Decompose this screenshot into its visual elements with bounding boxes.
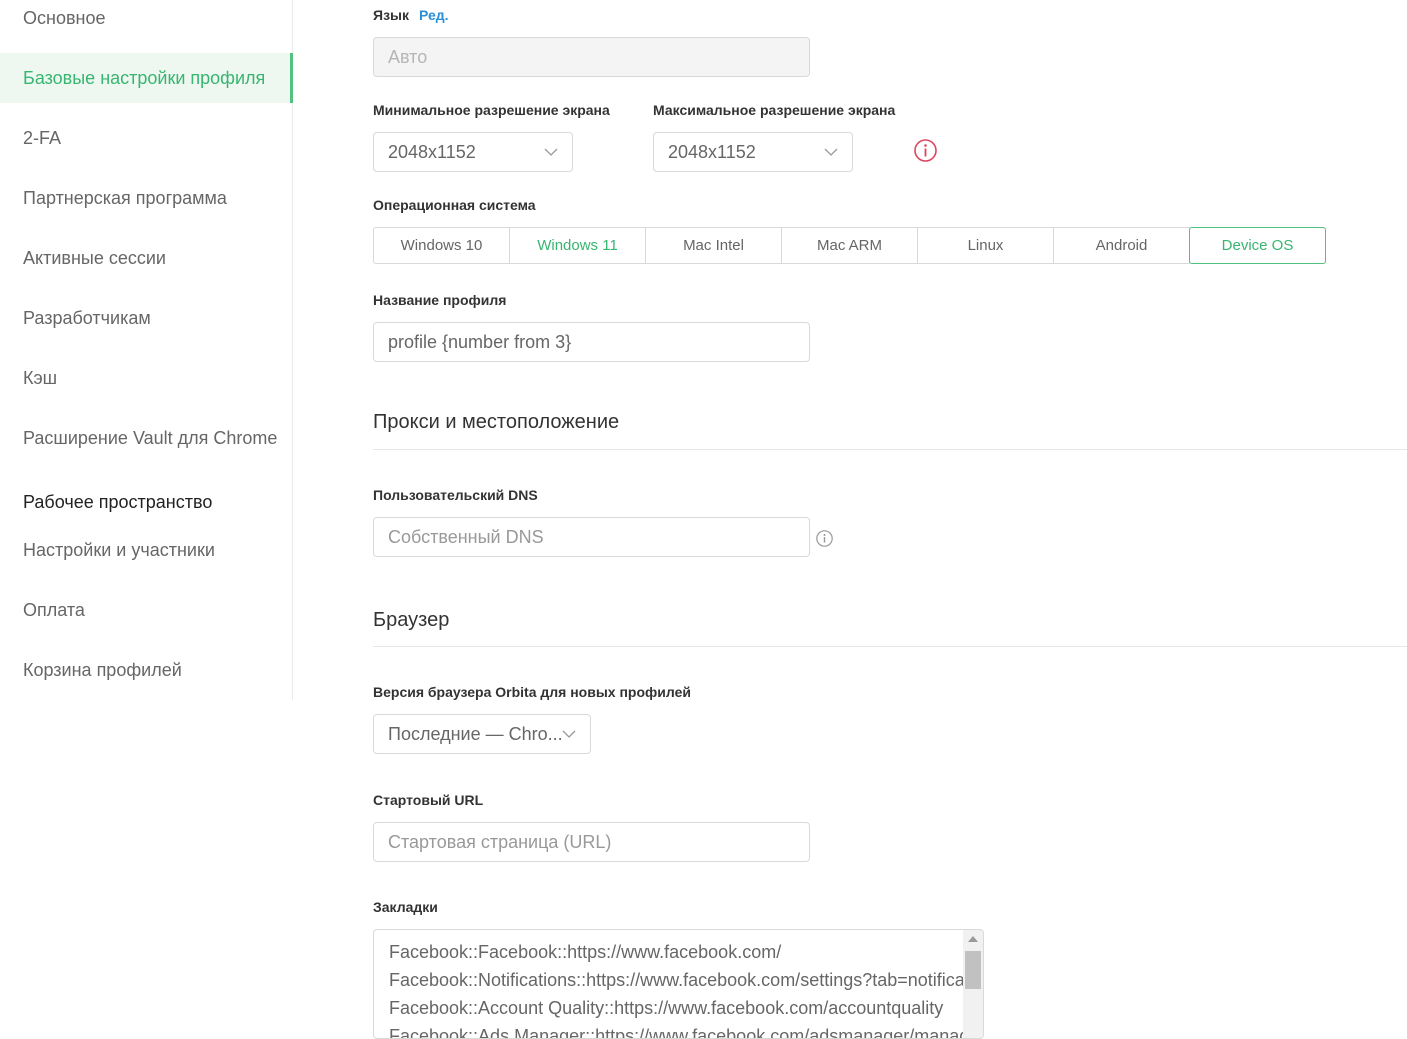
sidebar-item-billing[interactable]: Оплата <box>0 585 293 635</box>
scroll-thumb[interactable] <box>965 951 981 989</box>
settings-sidebar: Основное Базовые настройки профиля 2-FA … <box>0 0 293 700</box>
bookmark-line: Facebook::Notifications::https://www.fac… <box>389 966 984 994</box>
sidebar-item-workspace-settings[interactable]: Настройки и участники <box>0 525 293 575</box>
sidebar-item-general[interactable]: Основное <box>0 0 293 43</box>
bookmark-line: Facebook::Account Quality::https://www.f… <box>389 994 984 1022</box>
sidebar-item-developers[interactable]: Разработчикам <box>0 293 293 343</box>
sidebar-item-basic-profile-settings[interactable]: Базовые настройки профиля <box>0 53 293 103</box>
resolution-warning-icon[interactable] <box>914 139 937 162</box>
os-option-android[interactable]: Android <box>1053 227 1190 264</box>
sidebar-item-active-sessions[interactable]: Активные сессии <box>0 233 293 283</box>
section-divider <box>373 646 1407 647</box>
bookmarks-lines: Facebook::Facebook::https://www.facebook… <box>389 938 984 1039</box>
min-resolution-label: Минимальное разрешение экрана <box>373 102 610 118</box>
os-option-linux[interactable]: Linux <box>917 227 1054 264</box>
max-resolution-value: 2048x1152 <box>668 142 756 163</box>
os-option-mac-arm[interactable]: Mac ARM <box>781 227 918 264</box>
os-label: Операционная система <box>373 197 536 213</box>
max-resolution-label: Максимальное разрешение экрана <box>653 102 895 118</box>
sidebar-item-profile-trash[interactable]: Корзина профилей <box>0 645 293 695</box>
bookmark-line: Facebook::Facebook::https://www.facebook… <box>389 938 984 966</box>
info-icon[interactable] <box>816 530 833 547</box>
scroll-up-arrow-icon[interactable] <box>968 936 978 942</box>
chevron-down-icon <box>824 145 838 159</box>
sidebar-item-vault-extension[interactable]: Расширение Vault для Chrome <box>0 413 293 463</box>
profile-name-value: profile {number from 3} <box>388 332 571 353</box>
workspace-header: Рабочее пространство <box>23 492 212 513</box>
os-option-mac-intel[interactable]: Mac Intel <box>645 227 782 264</box>
custom-dns-placeholder: Собственный DNS <box>388 527 544 548</box>
custom-dns-label: Пользовательский DNS <box>373 487 538 503</box>
language-value: Авто <box>388 47 427 68</box>
sidebar-item-cache[interactable]: Кэш <box>0 353 293 403</box>
chevron-down-icon <box>562 727 576 741</box>
start-url-placeholder: Стартовая страница (URL) <box>388 832 611 853</box>
profile-name-input[interactable]: profile {number from 3} <box>373 322 810 362</box>
language-edit-link[interactable]: Ред. <box>419 7 449 23</box>
sidebar-item-partner-program[interactable]: Партнерская программа <box>0 173 293 223</box>
os-option-device-os[interactable]: Device OS <box>1189 227 1326 264</box>
section-divider <box>373 449 1407 450</box>
profile-name-label: Название профиля <box>373 292 506 308</box>
language-input: Авто <box>373 37 810 77</box>
custom-dns-input[interactable]: Собственный DNS <box>373 517 810 557</box>
start-url-input[interactable]: Стартовая страница (URL) <box>373 822 810 862</box>
browser-version-label: Версия браузера Orbita для новых профиле… <box>373 684 691 700</box>
max-resolution-select[interactable]: 2048x1152 <box>653 132 853 172</box>
bookmarks-scrollbar[interactable] <box>963 930 983 1039</box>
browser-version-value: Последние — Chro... <box>388 724 563 745</box>
bookmarks-textarea[interactable]: Facebook::Facebook::https://www.facebook… <box>373 929 984 1039</box>
os-option-windows-10[interactable]: Windows 10 <box>373 227 510 264</box>
browser-section-title: Браузер <box>373 609 449 632</box>
settings-main: Язык Ред. Авто Минимальное разрешение экр… <box>373 0 1407 1031</box>
os-selector: Windows 10 Windows 11 Mac Intel Mac ARM … <box>373 227 1326 264</box>
os-option-windows-11[interactable]: Windows 11 <box>509 227 646 264</box>
sidebar-item-2fa[interactable]: 2-FA <box>0 113 293 163</box>
language-label-text: Язык <box>373 7 409 23</box>
language-label: Язык Ред. <box>373 7 449 23</box>
start-url-label: Стартовый URL <box>373 792 483 808</box>
chevron-down-icon <box>544 145 558 159</box>
proxy-section-title: Прокси и местоположение <box>373 411 619 434</box>
min-resolution-select[interactable]: 2048x1152 <box>373 132 573 172</box>
min-resolution-value: 2048x1152 <box>388 142 476 163</box>
browser-version-select[interactable]: Последние — Chro... <box>373 714 591 754</box>
bookmarks-label: Закладки <box>373 899 438 915</box>
